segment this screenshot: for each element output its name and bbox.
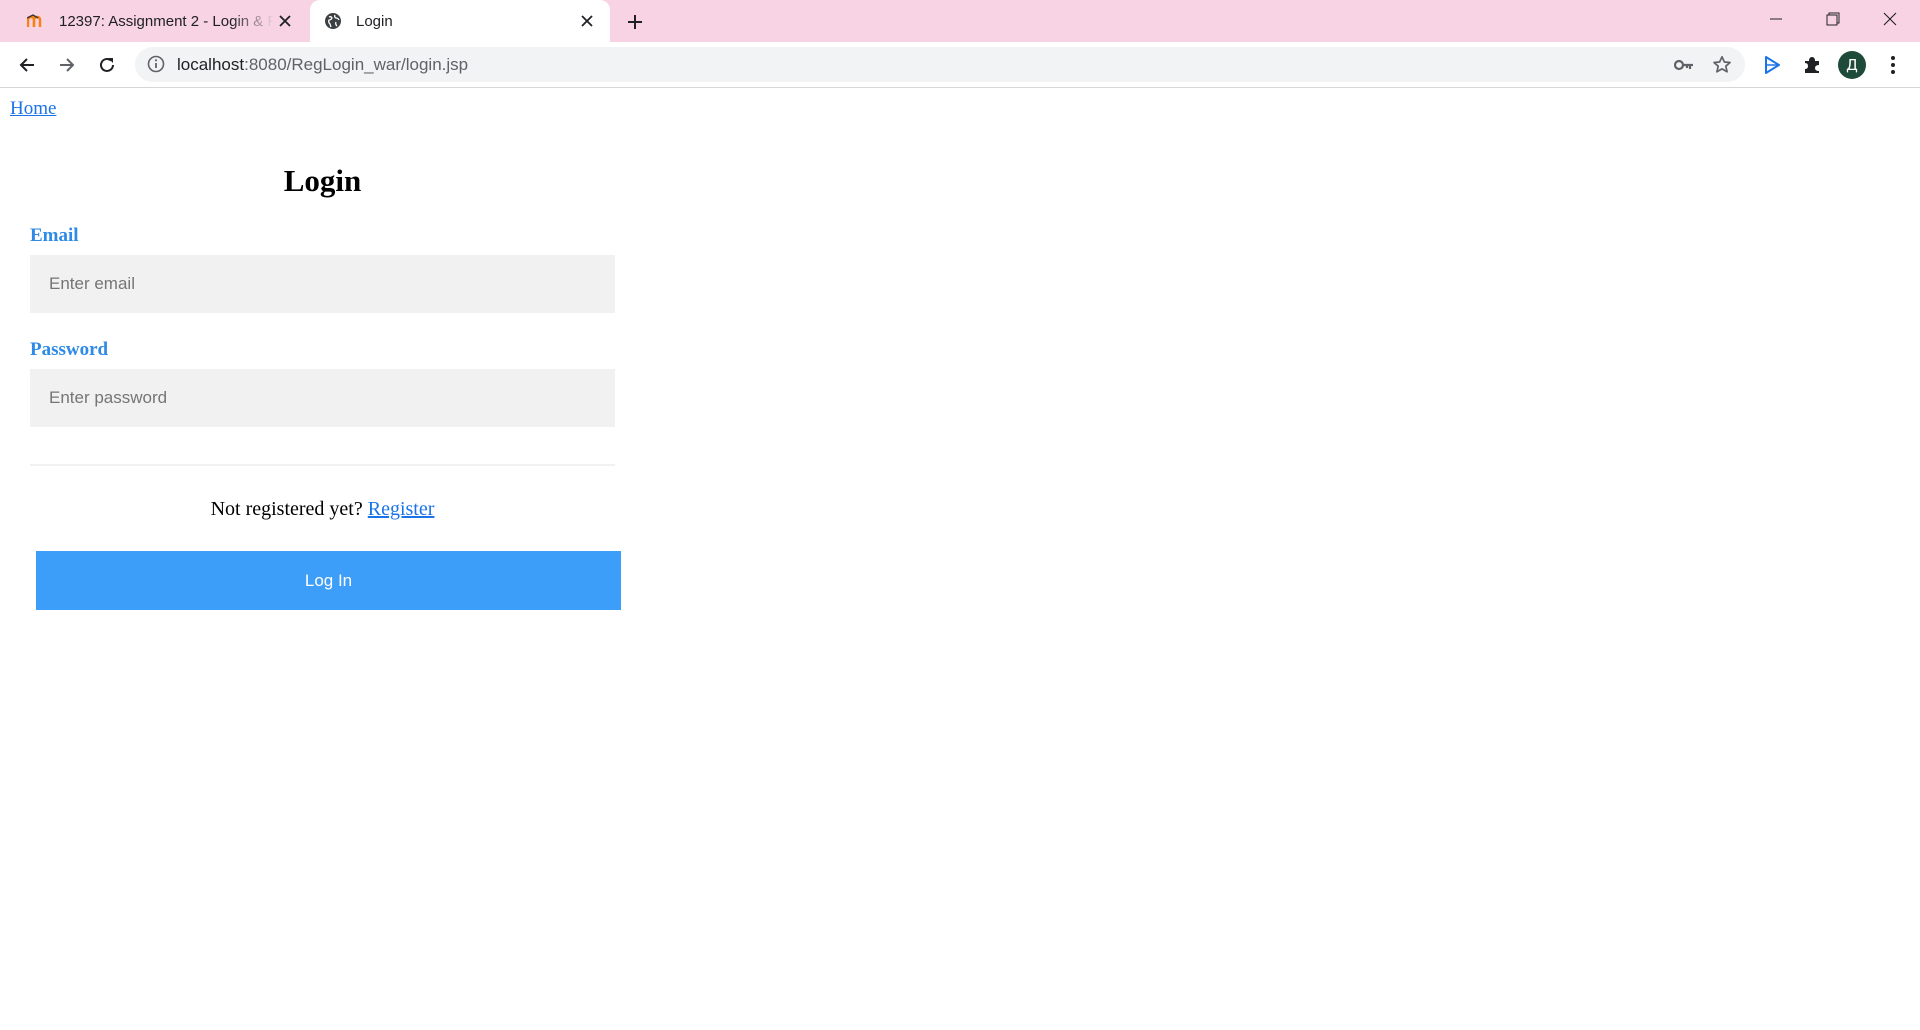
form-divider — [30, 464, 615, 466]
globe-icon — [324, 12, 342, 30]
key-icon[interactable] — [1672, 53, 1696, 77]
register-prompt: Not registered yet? Register — [30, 498, 615, 521]
moodle-icon — [27, 12, 45, 30]
url-path: :8080/RegLogin_war/login.jsp — [244, 55, 469, 74]
register-prompt-text: Not registered yet? — [210, 498, 363, 520]
address-bar[interactable]: localhost:8080/RegLogin_war/login.jsp — [135, 47, 1745, 82]
new-tab-button[interactable] — [622, 9, 648, 35]
browser-toolbar: localhost:8080/RegLogin_war/login.jsp Д — [0, 42, 1920, 88]
close-icon[interactable] — [274, 10, 296, 32]
menu-dots-icon[interactable] — [1877, 49, 1909, 81]
extensions-puzzle-icon[interactable] — [1796, 49, 1828, 81]
home-link[interactable]: Home — [10, 98, 56, 120]
email-label: Email — [30, 225, 79, 246]
minimize-button[interactable] — [1748, 0, 1804, 38]
page-title: Login — [283, 163, 362, 198]
register-link[interactable]: Register — [368, 498, 435, 520]
restore-button[interactable] — [1805, 0, 1861, 38]
tab-login[interactable]: Login — [310, 0, 610, 42]
password-input[interactable] — [30, 369, 615, 427]
login-button[interactable]: Log In — [36, 551, 621, 610]
back-button[interactable] — [11, 49, 43, 81]
close-window-button[interactable] — [1862, 0, 1918, 38]
tab-title: Login — [356, 12, 393, 30]
extension-play-icon[interactable] — [1756, 49, 1788, 81]
url-host: localhost — [177, 55, 245, 74]
tab-assignment[interactable]: 12397: Assignment 2 - Login & Registrati… — [10, 0, 308, 42]
tab-title: 12397: Assignment 2 - Login & Registrati… — [59, 12, 274, 30]
email-input[interactable] — [30, 255, 615, 313]
url-text: localhost:8080/RegLogin_war/login.jsp — [177, 47, 468, 82]
page-content: Home Login Email Password Not registered… — [0, 88, 1920, 1030]
reload-button[interactable] — [91, 49, 123, 81]
star-icon[interactable] — [1710, 53, 1734, 77]
browser-titlebar: 12397: Assignment 2 - Login & Registrati… — [0, 0, 1920, 42]
info-icon[interactable] — [147, 55, 165, 73]
profile-avatar[interactable]: Д — [1838, 51, 1866, 79]
close-icon[interactable] — [576, 10, 598, 32]
password-label: Password — [30, 339, 109, 360]
forward-button[interactable] — [51, 49, 83, 81]
